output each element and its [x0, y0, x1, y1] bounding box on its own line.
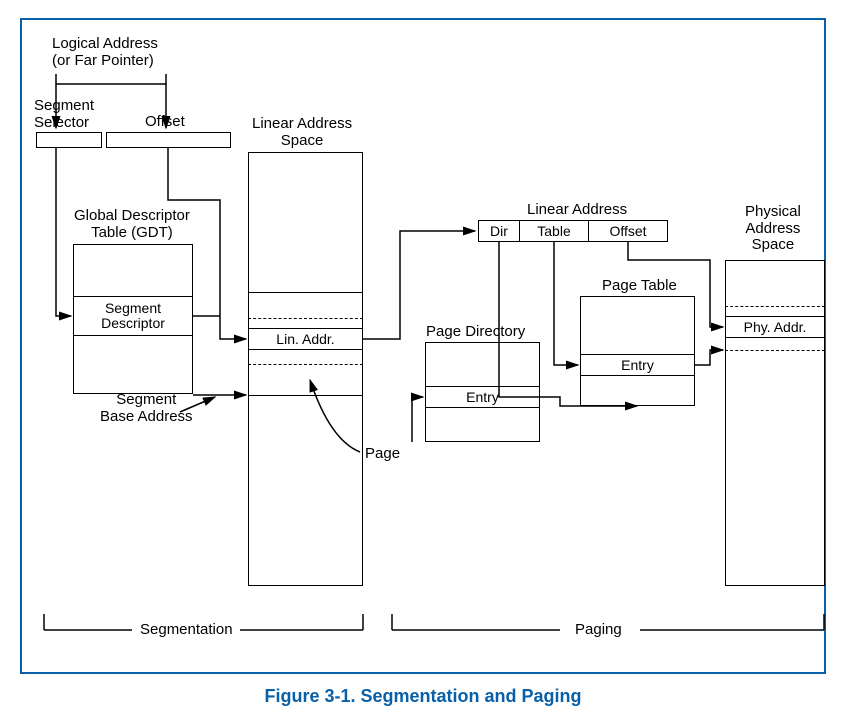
- pt-entry-cell: Entry: [580, 354, 695, 376]
- las-dash2: [248, 364, 363, 365]
- page-table-label: Page Table: [602, 278, 677, 295]
- la-offset-cell: Offset: [588, 220, 668, 242]
- lin-addr-cell: Lin. Addr.: [248, 328, 363, 350]
- page-directory-label: Page Directory: [426, 324, 525, 341]
- pt-entry-text: Entry: [621, 357, 654, 373]
- segmentation-label: Segmentation: [140, 622, 233, 639]
- page-table-box: [580, 296, 695, 406]
- physical-address-space-box: [725, 260, 825, 586]
- segment-descriptor-cell: Segment Descriptor: [73, 296, 193, 336]
- gdt-label: Global Descriptor Table (GDT): [74, 208, 190, 241]
- linear-address-space-label: Linear Address Space: [252, 116, 352, 149]
- dir-cell: Dir: [478, 220, 520, 242]
- las-line1: [248, 292, 363, 293]
- figure-caption: Figure 3-1. Segmentation and Paging: [0, 686, 846, 707]
- segment-selector-box: [36, 132, 102, 148]
- pas-dash2: [725, 350, 825, 351]
- segment-descriptor-text: Segment Descriptor: [101, 301, 165, 332]
- logical-address-label: Logical Address (or Far Pointer): [52, 36, 158, 69]
- la-offset-text: Offset: [609, 223, 646, 239]
- linear-address-label: Linear Address: [527, 202, 627, 219]
- offset-box: [106, 132, 231, 148]
- pd-entry-text: Entry: [466, 389, 499, 405]
- segment-base-address-label: Segment Base Address: [100, 392, 193, 425]
- las-line4: [248, 395, 363, 396]
- segment-selector-label: Segment Selector: [34, 98, 94, 131]
- pas-dash1: [725, 306, 825, 307]
- lin-addr-text: Lin. Addr.: [276, 331, 334, 347]
- phy-addr-cell: Phy. Addr.: [725, 316, 825, 338]
- table-cell: Table: [519, 220, 589, 242]
- table-text: Table: [537, 223, 570, 239]
- physical-address-space-label: Physical Address Space: [745, 204, 801, 254]
- linear-address-space-box: [248, 152, 363, 586]
- page-label: Page: [365, 446, 400, 463]
- pd-entry-cell: Entry: [425, 386, 540, 408]
- phy-addr-text: Phy. Addr.: [744, 319, 807, 335]
- offset-label: Offset: [145, 114, 185, 131]
- dir-text: Dir: [490, 223, 508, 239]
- paging-label: Paging: [575, 622, 622, 639]
- las-dash1: [248, 318, 363, 319]
